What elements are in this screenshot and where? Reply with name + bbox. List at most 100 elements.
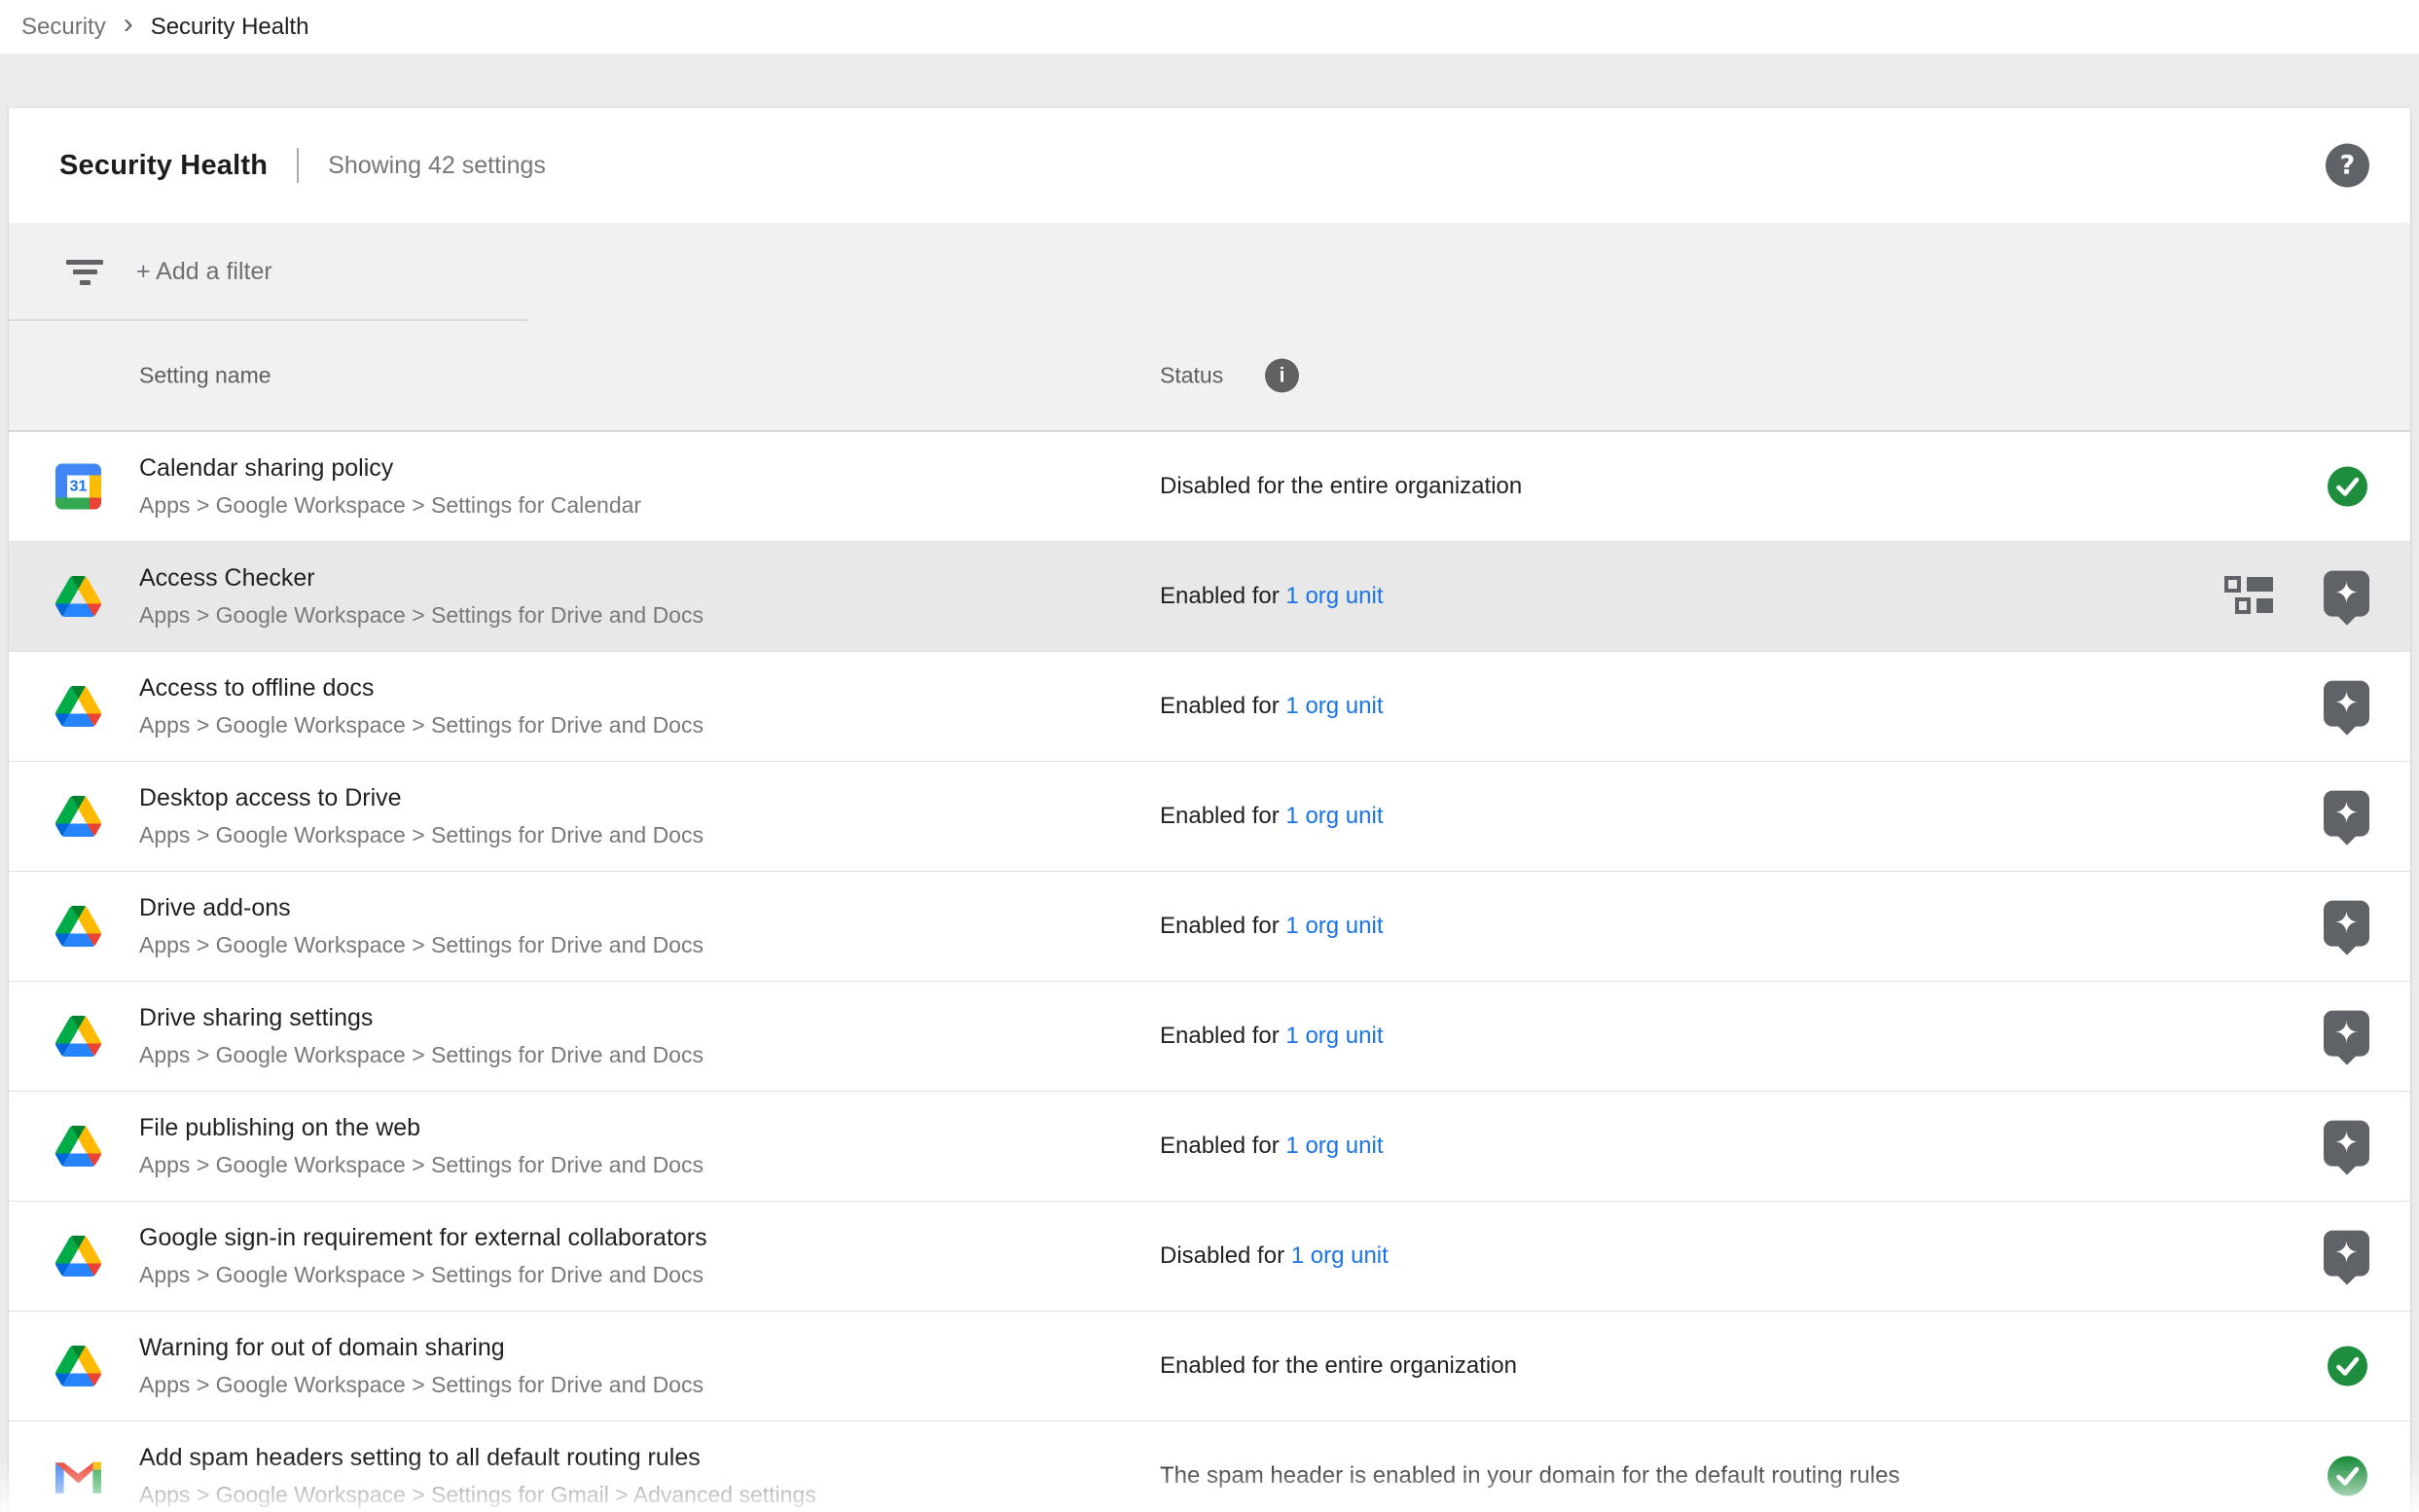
add-filter-button[interactable]: + Add a filter: [136, 258, 272, 286]
setting-row[interactable]: 31 Google sign-in requirement for extern…: [9, 1202, 2410, 1312]
status-ok-icon: [2328, 1457, 2367, 1496]
google-drive-icon: [55, 1124, 101, 1170]
setting-name: Drive sharing settings: [139, 1004, 704, 1032]
chevron-right-icon: ›: [124, 10, 133, 39]
setting-name: Google sign-in requirement for external …: [139, 1224, 707, 1252]
filter-list-icon[interactable]: [66, 260, 103, 285]
setting-row[interactable]: 31 Warning for out of domain sharing: [9, 1312, 2410, 1422]
page-title: Security Health: [59, 150, 268, 182]
setting-status: Enabled for 1 org unit: [1160, 1133, 1384, 1160]
setting-status: Enabled for 1 org unit: [1160, 913, 1384, 940]
setting-name: Calendar sharing policy: [139, 454, 641, 483]
setting-name: Drive add-ons: [139, 894, 704, 922]
setting-row[interactable]: 31 Add spam headers setting to all defau…: [9, 1422, 2410, 1512]
setting-path: Apps > Google Workspace > Settings for D…: [139, 602, 704, 629]
settings-table: 31 Calendar sharing policy Apps > Goo: [9, 432, 2410, 1512]
setting-row[interactable]: 31 Access Checker Apps > Google Works: [9, 542, 2410, 652]
setting-row[interactable]: 31 Drive sharing settings Apps > Goog: [9, 982, 2410, 1092]
status-text: Enabled for the entire organization: [1160, 1352, 1517, 1379]
status-text: Enabled for: [1160, 1133, 1285, 1159]
column-status: Status: [1160, 363, 1223, 389]
breadcrumb: Security › Security Health: [0, 0, 2419, 54]
google-drive-icon: [55, 574, 101, 620]
setting-text: Drive sharing settings Apps > Google Wor…: [139, 1004, 704, 1068]
setting-status: Enabled for 1 org unit: [1160, 583, 1384, 610]
card-header: Security Health Showing 42 settings ?: [9, 108, 2410, 223]
setting-text: File publishing on the web Apps > Google…: [139, 1114, 704, 1178]
gmail-icon: [55, 1454, 101, 1499]
setting-status: The spam header is enabled in your domai…: [1160, 1462, 1899, 1490]
title-divider: [297, 148, 299, 183]
settings-count: Showing 42 settings: [328, 152, 546, 180]
filter-bar: + Add a filter: [9, 223, 2410, 321]
setting-path: Apps > Google Workspace > Settings for D…: [139, 1372, 704, 1398]
settings-card: Security Health Showing 42 settings ? + …: [9, 108, 2410, 1512]
setting-status: Enabled for 1 org unit: [1160, 1023, 1384, 1050]
recommendation-icon[interactable]: ✦: [2324, 681, 2369, 727]
help-icon: ?: [2340, 151, 2356, 181]
setting-text: Desktop access to Drive Apps > Google Wo…: [139, 784, 704, 848]
setting-path: Apps > Google Workspace > Settings for D…: [139, 1262, 707, 1288]
setting-status: Enabled for 1 org unit: [1160, 693, 1384, 720]
google-drive-icon: [55, 904, 101, 950]
google-drive-icon: [55, 794, 101, 840]
setting-text: Access Checker Apps > Google Workspace >…: [139, 564, 704, 629]
setting-path: Apps > Google Workspace > Settings for D…: [139, 932, 704, 958]
setting-name: Access to offline docs: [139, 674, 704, 702]
column-setting-name: Setting name: [139, 363, 271, 389]
org-unit-link[interactable]: 1 org unit: [1285, 913, 1383, 939]
setting-row[interactable]: 31 Calendar sharing policy Apps > Goo: [9, 432, 2410, 542]
recommendation-icon[interactable]: ✦: [2324, 571, 2369, 617]
setting-name: Access Checker: [139, 564, 704, 593]
setting-status: Disabled for 1 org unit: [1160, 1242, 1389, 1270]
setting-text: Calendar sharing policy Apps > Google Wo…: [139, 454, 641, 519]
setting-status: Enabled for the entire organization: [1160, 1352, 1517, 1380]
recommendation-icon[interactable]: ✦: [2324, 901, 2369, 947]
setting-text: Warning for out of domain sharing Apps >…: [139, 1334, 704, 1398]
setting-status: Enabled for 1 org unit: [1160, 803, 1384, 830]
setting-text: Access to offline docs Apps > Google Wor…: [139, 674, 704, 738]
setting-row[interactable]: 31 Desktop access to Drive Apps > Goo: [9, 762, 2410, 872]
setting-text: Google sign-in requirement for external …: [139, 1224, 707, 1288]
org-unit-link[interactable]: 1 org unit: [1291, 1242, 1389, 1269]
setting-row[interactable]: 31 Drive add-ons Apps > Google Worksp: [9, 872, 2410, 982]
org-unit-link[interactable]: 1 org unit: [1285, 803, 1383, 829]
status-text: Disabled for the entire organization: [1160, 473, 1522, 499]
org-unit-link[interactable]: 1 org unit: [1285, 1023, 1383, 1049]
google-drive-icon: [55, 1014, 101, 1060]
org-unit-link[interactable]: 1 org unit: [1285, 1133, 1383, 1159]
recommendation-icon[interactable]: ✦: [2324, 791, 2369, 837]
status-ok-icon: [2328, 467, 2367, 507]
setting-row[interactable]: 31 Access to offline docs Apps > Goog: [9, 652, 2410, 762]
recommendation-icon[interactable]: ✦: [2324, 1011, 2369, 1057]
security-health-page: Security › Security Health Security Heal…: [0, 0, 2419, 1512]
org-units-breakdown-icon[interactable]: [2224, 576, 2273, 617]
google-drive-icon: [55, 1234, 101, 1279]
setting-name: Warning for out of domain sharing: [139, 1334, 704, 1362]
google-drive-icon: [55, 684, 101, 730]
recommendation-icon[interactable]: ✦: [2324, 1121, 2369, 1167]
recommendation-icon[interactable]: ✦: [2324, 1231, 2369, 1277]
help-button[interactable]: ?: [2326, 144, 2369, 188]
setting-text: Drive add-ons Apps > Google Workspace > …: [139, 894, 704, 958]
setting-row[interactable]: 31 File publishing on the web Apps >: [9, 1092, 2410, 1202]
setting-name: Desktop access to Drive: [139, 784, 704, 812]
status-text: Disabled for: [1160, 1242, 1291, 1269]
setting-name: Add spam headers setting to all default …: [139, 1444, 816, 1472]
info-icon[interactable]: i: [1265, 359, 1299, 393]
org-unit-link[interactable]: 1 org unit: [1285, 693, 1383, 719]
breadcrumb-security-health: Security Health: [151, 14, 309, 41]
breadcrumb-security[interactable]: Security: [21, 14, 106, 41]
setting-text: Add spam headers setting to all default …: [139, 1444, 816, 1508]
google-calendar-icon: 31: [55, 464, 101, 510]
status-text: Enabled for: [1160, 693, 1285, 719]
google-drive-icon: [55, 1344, 101, 1389]
setting-status: Disabled for the entire organization: [1160, 473, 1522, 500]
status-text: Enabled for: [1160, 1023, 1285, 1049]
status-text: Enabled for: [1160, 583, 1285, 609]
setting-path: Apps > Google Workspace > Settings for D…: [139, 822, 704, 848]
org-unit-link[interactable]: 1 org unit: [1285, 583, 1383, 609]
setting-path: Apps > Google Workspace > Settings for C…: [139, 492, 641, 519]
status-ok-icon: [2328, 1347, 2367, 1386]
status-text: The spam header is enabled in your domai…: [1160, 1462, 1899, 1489]
